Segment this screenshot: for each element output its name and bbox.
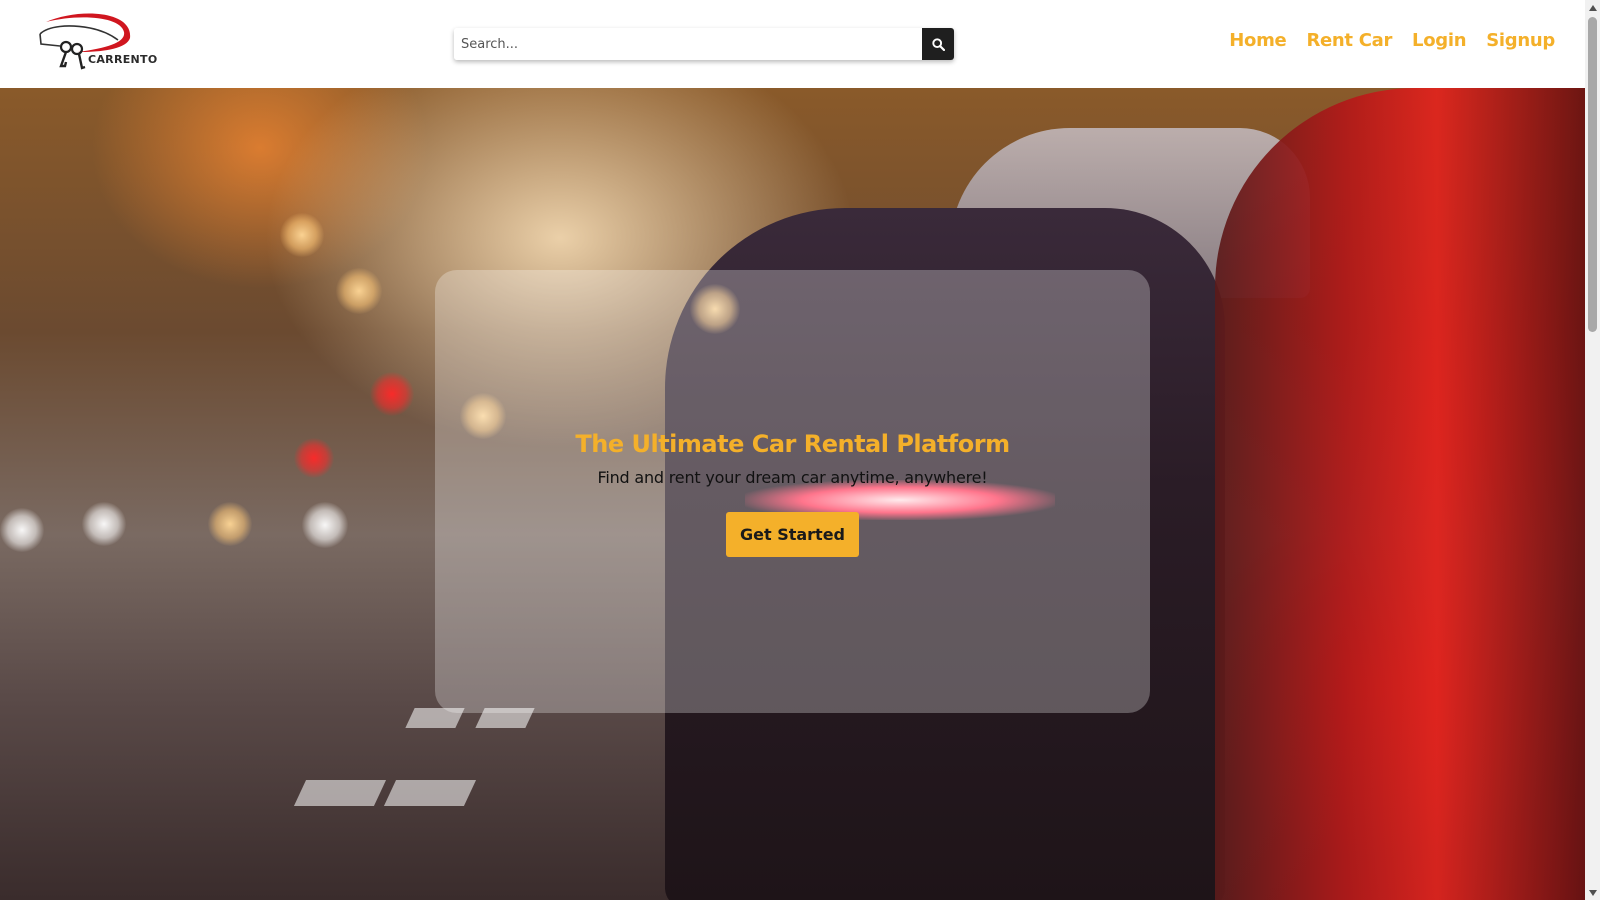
brand-name: CARRENTO: [88, 53, 158, 66]
nav-rent-car[interactable]: Rent Car: [1306, 30, 1392, 51]
page-scrollbar[interactable]: [1585, 0, 1600, 900]
bokeh-light: [82, 502, 126, 546]
nav-home[interactable]: Home: [1229, 30, 1287, 51]
scrollbar-thumb[interactable]: [1588, 17, 1597, 332]
search-button[interactable]: [922, 28, 954, 60]
logo[interactable]: CARRENTO: [38, 10, 168, 72]
bokeh-light: [294, 438, 334, 478]
bokeh-light: [0, 508, 44, 552]
bokeh-light: [208, 502, 252, 546]
get-started-button[interactable]: Get Started: [726, 512, 859, 557]
search-icon: [931, 37, 945, 51]
nav-login[interactable]: Login: [1412, 30, 1467, 51]
nav-signup[interactable]: Signup: [1486, 30, 1555, 51]
search-bar: [454, 28, 954, 60]
road-marking: [293, 780, 387, 806]
scroll-up-arrow-icon[interactable]: [1585, 0, 1600, 15]
bokeh-light: [336, 268, 382, 314]
main-nav: Home Rent Car Login Signup: [1229, 30, 1555, 51]
background-red-car: [1215, 88, 1585, 900]
bokeh-light: [280, 213, 324, 257]
hero-panel: The Ultimate Car Rental Platform Find an…: [435, 270, 1150, 713]
hero-subtitle: Find and rent your dream car anytime, an…: [597, 468, 988, 487]
hero-title: The Ultimate Car Rental Platform: [575, 430, 1010, 458]
search-input[interactable]: [454, 28, 922, 60]
bokeh-light: [370, 372, 414, 416]
scroll-down-arrow-icon[interactable]: [1585, 885, 1600, 900]
site-header: CARRENTO Home Rent Car Login Signup: [0, 0, 1585, 88]
bokeh-light: [302, 502, 348, 548]
road-marking: [383, 780, 477, 806]
